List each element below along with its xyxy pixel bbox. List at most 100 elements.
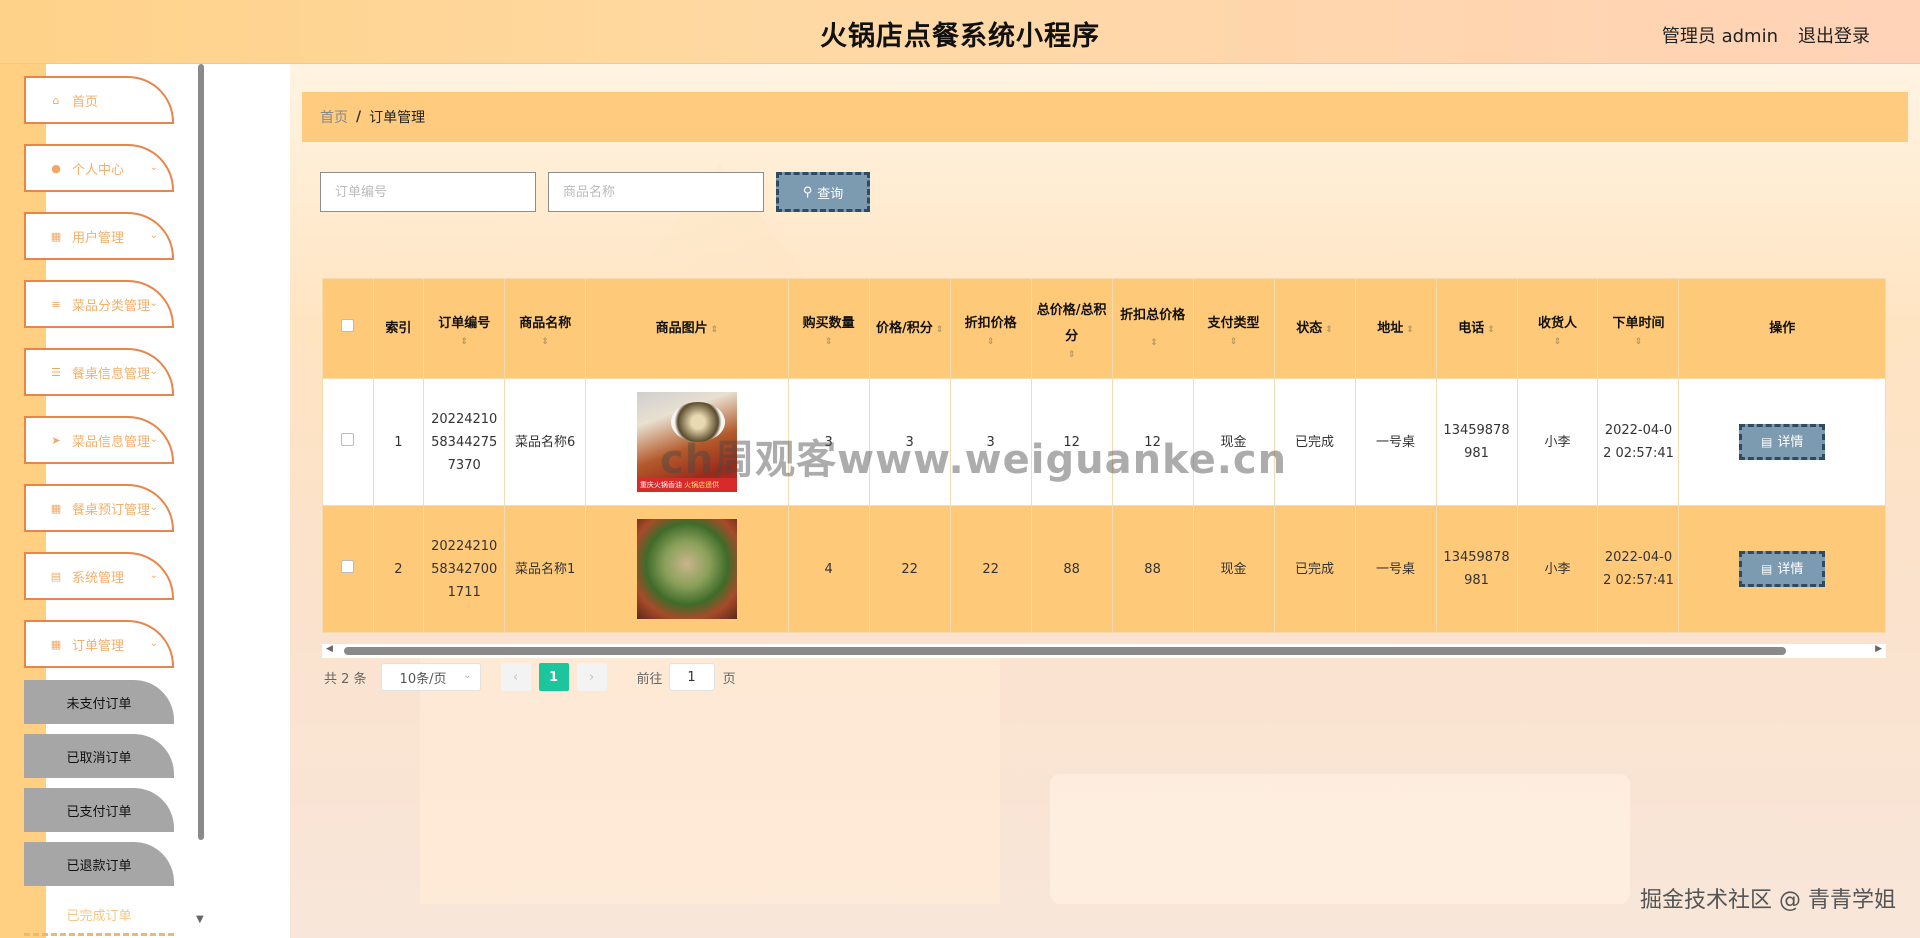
sort-icon[interactable]: ⇕	[1601, 337, 1675, 347]
detail-button[interactable]: ▤ 详情	[1739, 551, 1826, 587]
cell-receiver: 小李	[1516, 378, 1599, 506]
cell-phone: 13459878981	[1435, 505, 1518, 633]
grid-icon: ▦	[50, 501, 62, 515]
sidebar-scrollbar-thumb[interactable]	[198, 64, 204, 840]
grid-icon: ▦	[50, 637, 62, 651]
table-header-row: 索引 订单编号 ⇕ 商品名称 ⇕ 商品图片 ⇕ 购买数量 ⇕ 价格/积分 ⇕ 折扣价格 ⇕ …	[322, 278, 1886, 379]
column-header[interactable]: 订单编号 ⇕	[423, 278, 506, 379]
page-size-select[interactable]: 10条/页 ⌄	[380, 663, 481, 691]
column-header[interactable]: 商品名称 ⇕	[504, 278, 587, 379]
sort-icon[interactable]: ⇕	[1197, 337, 1271, 347]
home-icon: ⌂	[52, 93, 60, 107]
column-header[interactable]: 下单时间 ⇕	[1597, 278, 1680, 379]
detail-button[interactable]: ▤ 详情	[1739, 424, 1826, 460]
submenu-refunded-orders[interactable]: 已退款订单	[24, 842, 174, 886]
search-button[interactable]: ⚲ 查询	[776, 172, 870, 212]
column-header-label: 支付类型	[1207, 315, 1260, 331]
watermark-overlay: ch周观客www.weiguanke.cn	[660, 437, 1288, 483]
column-header[interactable]: 收货人 ⇕	[1516, 278, 1599, 379]
detail-button-label: 详情	[1777, 434, 1804, 450]
select-all-checkbox[interactable]	[341, 318, 355, 332]
chevron-down-icon: ⌄	[149, 230, 158, 241]
column-header-label: 地址	[1377, 320, 1404, 336]
column-header[interactable]: 商品图片 ⇕	[585, 278, 789, 379]
list-icon: ☰	[51, 365, 61, 379]
submenu-completed-orders[interactable]: 已完成订单	[24, 896, 174, 936]
logout-link[interactable]: 退出登录	[1798, 22, 1870, 48]
row-checkbox[interactable]	[341, 432, 355, 446]
cell-price: 22	[868, 505, 951, 633]
cell-address: 一号桌	[1354, 378, 1437, 506]
document-icon: ▤	[1761, 561, 1773, 576]
submenu-paid-orders[interactable]: 已支付订单	[24, 788, 174, 832]
scroll-left-arrow-icon[interactable]: ◀	[326, 644, 333, 654]
column-header[interactable]: 状态 ⇕	[1273, 278, 1356, 379]
chevron-down-icon: ⌄	[149, 366, 158, 377]
detail-button-label: 详情	[1777, 561, 1804, 577]
column-header[interactable]: 支付类型 ⇕	[1192, 278, 1275, 379]
goto-page-input[interactable]	[668, 663, 715, 691]
left-rail	[0, 64, 8, 938]
sort-icon[interactable]: ⇕	[1325, 325, 1333, 335]
sort-icon[interactable]: ⇕	[711, 325, 719, 335]
sidebar-item-home[interactable]: ⌂ 首页	[24, 76, 174, 124]
sort-icon[interactable]: ⇕	[936, 325, 944, 335]
column-header[interactable]: 折扣价格 ⇕	[949, 278, 1032, 379]
column-header-label: 总价格/总积分	[1036, 302, 1107, 344]
sidebar-item-label: 个人中心	[72, 162, 125, 178]
column-header-label: 商品名称	[519, 315, 572, 331]
page-number-current[interactable]: 1	[538, 663, 569, 691]
sort-icon[interactable]: ⇕	[1035, 350, 1109, 360]
submenu-cancelled-orders[interactable]: 已取消订单	[24, 734, 174, 778]
scroll-right-arrow-icon[interactable]: ▶	[1875, 644, 1882, 654]
column-header-label: 购买数量	[802, 315, 855, 331]
cell-pay-type: 现金	[1192, 505, 1275, 633]
next-page-button[interactable]: ›	[576, 663, 607, 691]
sort-icon[interactable]: ⇕	[1406, 325, 1414, 335]
sidebar-item-profile[interactable]: ● 个人中心 ⌄	[24, 144, 174, 192]
prev-page-button[interactable]: ‹	[500, 663, 531, 691]
top-header: 火锅店点餐系统小程序 管理员 admin 退出登录	[0, 0, 1920, 64]
column-header[interactable]: 电话 ⇕	[1435, 278, 1518, 379]
hotpot-dish-image	[636, 519, 737, 619]
row-checkbox[interactable]	[341, 559, 355, 573]
sort-icon[interactable]: ⇕	[1521, 337, 1595, 347]
cell-order-time: 2022-04-02 02:57:41	[1597, 505, 1680, 633]
sidebar-item-dish-info[interactable]: ➤ 菜品信息管理 ⌄	[24, 416, 174, 464]
column-header[interactable]: 价格/积分 ⇕	[868, 278, 951, 379]
table-horizontal-scrollbar[interactable]: ◀ ▶	[322, 644, 1886, 658]
breadcrumb-home[interactable]: 首页	[320, 107, 348, 127]
sidebar-item-table-booking[interactable]: ▦ 餐桌预订管理 ⌄	[24, 484, 174, 532]
scroll-down-arrow-icon[interactable]: ▼	[196, 914, 204, 925]
sort-icon[interactable]: ⇕	[954, 337, 1028, 347]
sidebar-item-users[interactable]: ▦ 用户管理 ⌄	[24, 212, 174, 260]
cell-index: 2	[372, 505, 425, 633]
column-header: 索引	[372, 278, 425, 379]
sidebar-item-system[interactable]: ▤ 系统管理 ⌄	[24, 552, 174, 600]
sort-icon[interactable]: ⇕	[508, 337, 582, 347]
table-row: 2 20224210583427001711 菜品名称1 4 22 22 88 …	[322, 505, 1886, 633]
column-header: 操作	[1678, 278, 1886, 379]
submenu-unpaid-orders[interactable]: 未支付订单	[24, 680, 174, 724]
column-header[interactable]: 地址 ⇕	[1354, 278, 1437, 379]
pagination: 共 2 条 10条/页 ⌄ ‹ 1 › 前往 页	[324, 662, 736, 692]
cell-order-time: 2022-04-02 02:57:41	[1597, 378, 1680, 506]
sort-icon[interactable]: ⇕	[1487, 325, 1495, 335]
column-header[interactable]: 购买数量 ⇕	[787, 278, 870, 379]
sidebar-item-dish-category[interactable]: ≡ 菜品分类管理 ⌄	[24, 280, 174, 328]
grid-icon: ▦	[50, 229, 62, 243]
cell-total: 88	[1030, 505, 1113, 633]
order-number-input[interactable]	[320, 172, 536, 212]
column-header[interactable]: 总价格/总积分 ⇕	[1030, 278, 1113, 379]
cell-discount-price: 22	[949, 505, 1032, 633]
sort-icon[interactable]: ⇕	[1150, 338, 1158, 348]
sort-icon[interactable]: ⇕	[792, 337, 866, 347]
column-header[interactable]: 折扣总价格 ⇕	[1111, 278, 1194, 379]
sidebar-item-label: 用户管理	[72, 230, 125, 246]
cell-order-no: 20224210583427001711	[423, 505, 506, 633]
sidebar-item-orders[interactable]: ▦ 订单管理 ⌄	[24, 620, 174, 668]
product-name-input[interactable]	[548, 172, 764, 212]
sidebar-item-table-info[interactable]: ☰ 餐桌信息管理 ⌄	[24, 348, 174, 396]
horizontal-scrollbar-thumb[interactable]	[344, 647, 1786, 655]
sort-icon[interactable]: ⇕	[427, 337, 501, 347]
